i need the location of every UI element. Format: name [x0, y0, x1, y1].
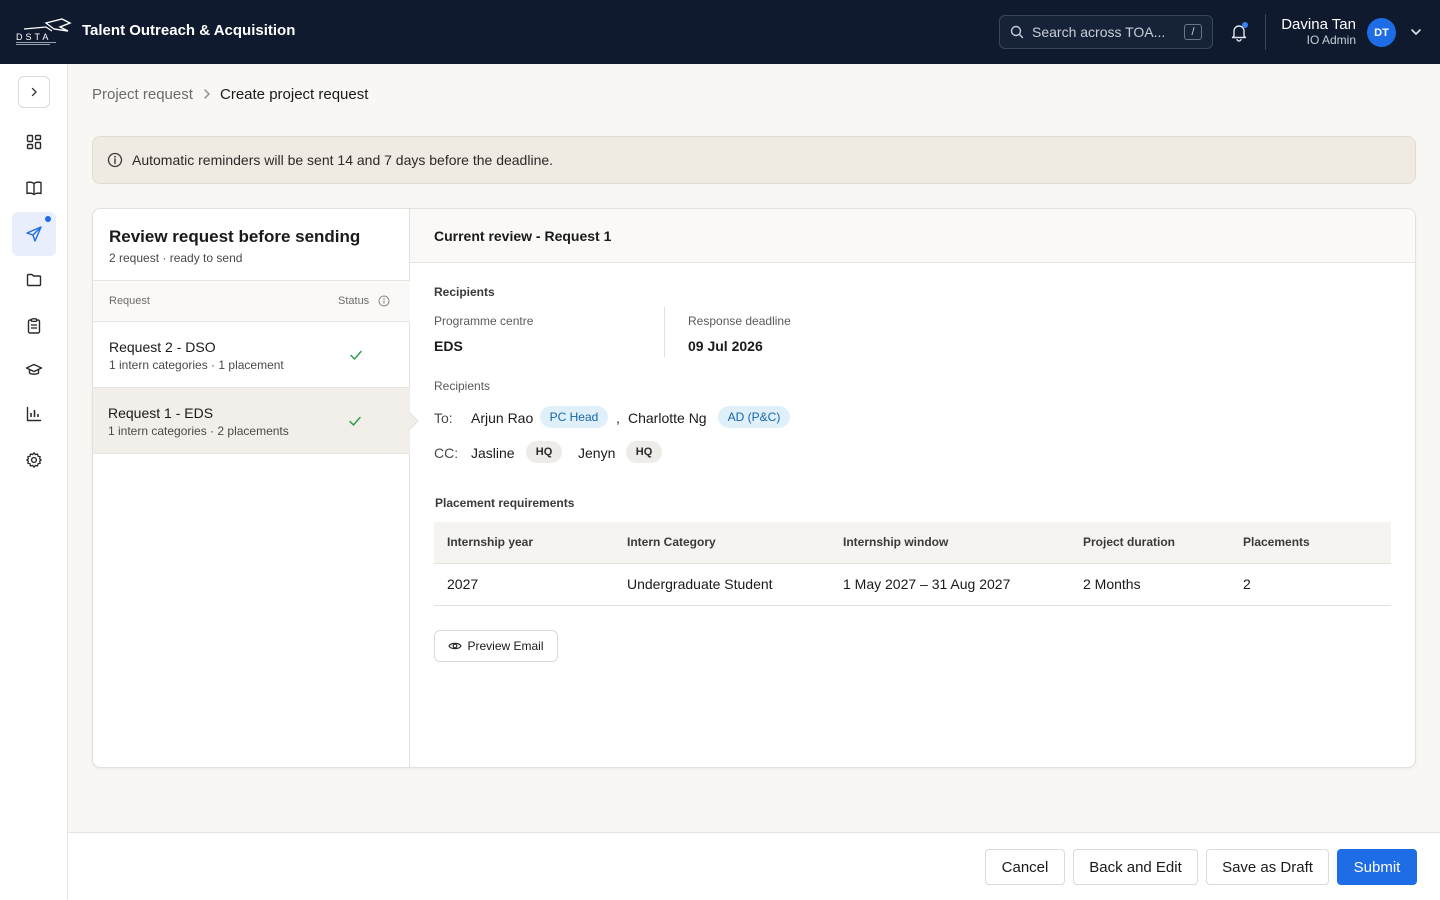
programme-centre-value: EDS	[434, 338, 463, 354]
programme-centre-label: Programme centre	[434, 314, 534, 328]
sidebar-item-interns[interactable]	[12, 348, 56, 392]
table-header: Internship year Intern Category Internsh…	[434, 522, 1391, 564]
breadcrumb-project-request[interactable]: Project request	[92, 86, 193, 103]
table-cell: Undergraduate Student	[627, 576, 773, 592]
role-badge: AD (P&C)	[718, 406, 790, 428]
cc-name: Jasline	[471, 445, 515, 461]
global-search[interactable]: Search across TOA... /	[999, 15, 1213, 49]
role-badge: PC Head	[540, 406, 608, 428]
avatar[interactable]: DT	[1367, 18, 1396, 47]
recipient-name: Arjun Rao	[471, 410, 534, 426]
column-header: Internship year	[447, 535, 534, 549]
sidebar-item-settings[interactable]	[12, 438, 56, 482]
cc-name: Jenyn	[578, 445, 616, 461]
field-divider	[664, 307, 665, 357]
book-icon	[26, 181, 42, 196]
current-review-header: Current review - Request 1	[410, 209, 1415, 263]
save-as-draft-button[interactable]: Save as Draft	[1206, 849, 1329, 885]
graduation-cap-icon	[25, 363, 43, 375]
column-request: Request	[109, 295, 150, 307]
role-badge: HQ	[526, 441, 562, 463]
request-title: Request 2 - DSO	[109, 339, 216, 355]
sidebar-expand-button[interactable]	[18, 76, 50, 108]
folder-icon	[26, 273, 42, 287]
role-badge: HQ	[626, 441, 662, 463]
chevron-right-icon	[204, 89, 210, 99]
to-label: To:	[434, 410, 453, 426]
request-title: Request 1 - EDS	[108, 405, 214, 421]
svg-text:DSTA: DSTA	[16, 32, 51, 42]
column-header: Project duration	[1083, 535, 1176, 549]
request-list-panel: Review request before sending 2 request …	[93, 209, 410, 767]
search-input[interactable]: Search across TOA...	[1032, 24, 1174, 40]
current-review-title: Current review - Request 1	[434, 228, 612, 244]
review-title: Review request before sending	[109, 227, 361, 246]
cancel-button[interactable]: Cancel	[985, 849, 1065, 885]
table-row: 2027 Undergraduate Student 1 May 2027 – …	[434, 564, 1391, 606]
preview-email-button[interactable]: Preview Email	[434, 630, 558, 662]
sidebar-item-applications[interactable]	[12, 304, 56, 348]
table-cell: 1 May 2027 – 31 Aug 2027	[843, 576, 1011, 592]
info-icon	[107, 152, 123, 168]
deadline-value: 09 Jul 2026	[688, 338, 763, 354]
sidebar-item-projects[interactable]	[12, 258, 56, 302]
table-cell: 2	[1243, 576, 1251, 592]
list-item-request-1[interactable]: Request 1 - EDS 1 intern categories · 2 …	[93, 388, 410, 454]
table-cell: 2027	[447, 576, 479, 592]
placement-section-label: Placement requirements	[435, 496, 575, 510]
column-header: Internship window	[843, 535, 949, 549]
info-banner: Automatic reminders will be sent 14 and …	[92, 136, 1416, 184]
breadcrumb-current: Create project request	[220, 86, 369, 103]
user-role: IO Admin	[1306, 33, 1356, 47]
dashboard-icon	[26, 134, 42, 150]
table-cell: 2 Months	[1083, 576, 1141, 592]
request-meta: 1 intern categories · 2 placements	[108, 424, 289, 438]
request-meta: 1 intern categories · 1 placement	[109, 358, 284, 372]
cc-label: CC:	[434, 445, 459, 461]
sidebar-item-project-request[interactable]	[12, 212, 56, 256]
bar-chart-icon	[26, 406, 42, 422]
sidebar-item-reports[interactable]	[12, 392, 56, 436]
header-divider	[1265, 14, 1266, 50]
recipients-section-label: Recipients	[434, 285, 495, 299]
top-bar: DSTA Talent Outreach & Acquisition Searc…	[0, 0, 1440, 64]
preview-email-label: Preview Email	[467, 639, 544, 653]
sidebar	[0, 64, 68, 900]
column-status: Status	[338, 295, 370, 307]
back-and-edit-button[interactable]: Back and Edit	[1073, 849, 1198, 885]
check-icon	[349, 416, 361, 426]
banner-text: Automatic reminders will be sent 14 and …	[132, 152, 554, 168]
sidebar-item-dashboard[interactable]	[12, 120, 56, 164]
chevron-down-icon[interactable]	[1408, 24, 1424, 40]
user-name[interactable]: Davina Tan	[1281, 16, 1356, 33]
submit-button[interactable]: Submit	[1337, 849, 1417, 885]
chevron-right-icon	[31, 87, 37, 97]
recipients-label: Recipients	[434, 379, 491, 393]
nav-notification-dot	[45, 216, 51, 222]
clipboard-icon	[27, 318, 41, 334]
search-shortcut-key: /	[1184, 24, 1202, 40]
gear-icon	[26, 452, 42, 468]
check-icon	[350, 350, 362, 360]
dsta-logo[interactable]: DSTA	[16, 17, 72, 47]
review-subtitle: 2 request · ready to send	[109, 251, 243, 265]
deadline-label: Response deadline	[688, 314, 791, 328]
current-review-panel: Current review - Request 1 Recipients Pr…	[410, 209, 1415, 767]
review-panel: Review request before sending 2 request …	[92, 208, 1416, 768]
recipient-separator: ,	[616, 410, 620, 426]
action-footer: Cancel Back and Edit Save as Draft Submi…	[68, 832, 1440, 900]
app-title: Talent Outreach & Acquisition	[82, 22, 296, 39]
search-icon	[1010, 25, 1024, 39]
column-header: Placements	[1243, 535, 1310, 549]
sidebar-item-library[interactable]	[12, 166, 56, 210]
notification-dot	[1242, 22, 1248, 28]
send-icon	[26, 226, 42, 242]
list-item-request-2[interactable]: Request 2 - DSO 1 intern categories · 1 …	[93, 322, 410, 388]
request-list-header: Request Status	[93, 280, 410, 322]
recipient-name: Charlotte Ng	[628, 410, 707, 426]
info-icon[interactable]	[378, 295, 390, 307]
eye-icon	[448, 642, 463, 650]
column-header: Intern Category	[627, 535, 716, 549]
